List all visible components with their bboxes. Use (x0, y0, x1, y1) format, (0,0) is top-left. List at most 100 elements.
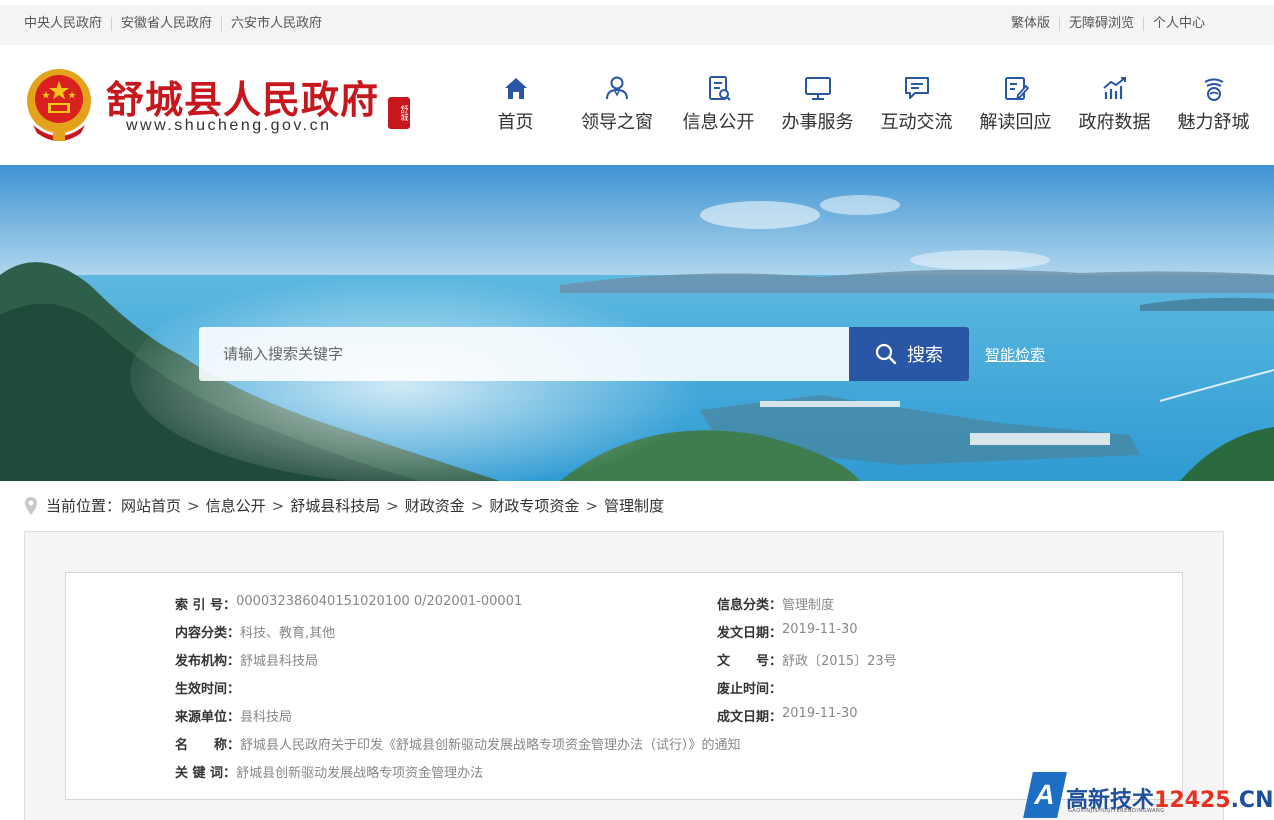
nav-leaders[interactable]: 领导之窗 (565, 73, 669, 134)
info-value: 县科技局 (240, 710, 293, 725)
monitor-icon (804, 77, 831, 100)
nav-label: 首页 (497, 112, 534, 133)
watermark-title-b: 12425 (1154, 788, 1231, 813)
info-label: 发文日期： (717, 626, 783, 641)
nav-label: 解读回应 (979, 112, 1052, 133)
info-label: 名 称： (175, 738, 241, 753)
info-value: 管理制度 (782, 598, 835, 613)
site-title[interactable]: 舒城县人民政府 (106, 69, 379, 124)
nav-info-disclosure[interactable]: 信息公开 (669, 73, 768, 134)
chart-icon (1102, 77, 1126, 99)
info-keywords: 关 键 词： 舒城县创新驱动发展战略专项资金管理办法 (175, 762, 483, 781)
seal-stamp: 舒城 (388, 97, 410, 129)
nav-home[interactable]: 首页 (466, 73, 565, 134)
nav-interpretation[interactable]: 解读回应 (966, 73, 1065, 134)
top-right-links: 繁体版 无障碍浏览 个人中心 (1011, 17, 1214, 31)
nav-label: 魅力舒城 (1177, 112, 1250, 133)
lake-landscape-image (0, 165, 1274, 481)
info-written-date: 成文日期： 2019-11-30 (717, 706, 858, 725)
home-icon (504, 78, 527, 99)
info-value: 000032386040151020100 0/202001-00001 (236, 594, 523, 609)
info-label: 发布机构： (175, 654, 241, 669)
info-value: 舒城县创新驱动发展战略专项资金管理办法 (236, 766, 484, 781)
smart-search-link[interactable]: 智能检索 (985, 344, 1045, 365)
site-header: 舒城县人民政府 www.shucheng.gov.cn 舒城 首页 领导之窗 信… (0, 45, 1274, 165)
breadcrumb-item[interactable]: 财政专项资金 (489, 495, 579, 516)
document-icon (708, 76, 731, 101)
watermark-logo: A (1023, 772, 1067, 818)
person-icon (606, 76, 628, 100)
info-label: 文 号： (717, 654, 783, 669)
info-label: 成文日期： (717, 710, 783, 725)
info-content-class: 内容分类： 科技、教育,其他 (175, 622, 335, 641)
search-button-label: 搜索 (907, 345, 943, 366)
search-button[interactable]: 搜索 (849, 327, 969, 381)
info-label: 废止时间： (717, 682, 783, 697)
site-watermark: A 高新技术12425.CN GAOXINJISHUQIYERENDINGWAN… (1023, 770, 1274, 820)
breadcrumb-item[interactable]: 舒城县科技局 (290, 495, 380, 516)
info-label: 关 键 词： (175, 766, 237, 781)
link-accessibility[interactable]: 无障碍浏览 (1058, 17, 1143, 31)
hero-banner (0, 165, 1274, 481)
nav-interaction[interactable]: 互动交流 (867, 73, 966, 134)
search-icon (875, 343, 897, 365)
info-index-no: 索 引 号： 000032386040151020100 0/202001-00… (175, 594, 522, 613)
info-value: 舒城县科技局 (240, 654, 319, 669)
link-luan-gov[interactable]: 六安市人民政府 (221, 17, 331, 31)
search-input[interactable] (199, 327, 849, 381)
breadcrumb: 当前位置： 网站首页 > 信息公开 > 舒城县科技局 > 财政资金 > 财政专项… (24, 495, 664, 516)
info-title: 名 称： 舒城县人民政府关于印发《舒城县创新驱动发展战略专项资金管理办法（试行）… (175, 734, 741, 753)
search-box (199, 327, 849, 381)
watermark-title-c: .CN (1230, 788, 1274, 813)
info-label: 索 引 号： (175, 598, 237, 613)
main-nav: 首页 领导之窗 信息公开 办事服务 互动交流 解读回应 政府数据 魅力舒城 (466, 73, 1263, 134)
nav-label: 互动交流 (880, 112, 953, 133)
info-category: 信息分类： 管理制度 (717, 594, 834, 613)
info-expired-time: 废止时间： (717, 678, 782, 697)
breadcrumb-separator: > (386, 496, 399, 515)
breadcrumb-item[interactable]: 管理制度 (604, 495, 664, 516)
breadcrumb-item[interactable]: 信息公开 (206, 495, 266, 516)
info-value: 科技、教育,其他 (240, 626, 336, 641)
nav-label: 政府数据 (1078, 112, 1151, 133)
info-value: 2019-11-30 (782, 706, 858, 721)
nav-gov-data[interactable]: 政府数据 (1065, 73, 1164, 134)
info-label: 内容分类： (175, 626, 241, 641)
chat-icon (904, 77, 929, 99)
info-label: 来源单位： (175, 710, 241, 725)
location-pin-icon (25, 496, 37, 515)
top-left-links: 中央人民政府 安徽省人民政府 六安市人民政府 (24, 17, 331, 31)
breadcrumb-separator: > (585, 496, 598, 515)
nav-charm[interactable]: 魅力舒城 (1164, 73, 1263, 134)
link-personal-center[interactable]: 个人中心 (1142, 17, 1214, 31)
watermark-subtitle: GAOXINJISHUQIYERENDINGWANG (1068, 808, 1165, 814)
info-label: 信息分类： (717, 598, 783, 613)
top-bar: 中央人民政府 安徽省人民政府 六安市人民政府 繁体版 无障碍浏览 个人中心 (0, 5, 1274, 45)
info-effective-time: 生效时间： (175, 678, 240, 697)
nav-services[interactable]: 办事服务 (768, 73, 867, 134)
nav-label: 办事服务 (781, 112, 854, 133)
nav-label: 信息公开 (682, 112, 755, 133)
edit-icon (1004, 77, 1029, 100)
breadcrumb-separator: > (470, 496, 484, 515)
info-issue-date: 发文日期： 2019-11-30 (717, 622, 858, 641)
breadcrumb-prefix: 当前位置： (46, 497, 122, 515)
info-source-unit: 来源单位： 县科技局 (175, 706, 292, 725)
breadcrumb-item[interactable]: 网站首页 (121, 495, 181, 516)
link-central-gov[interactable]: 中央人民政府 (24, 17, 111, 31)
link-traditional-chinese[interactable]: 繁体版 (1011, 17, 1059, 31)
national-emblem-icon[interactable] (23, 67, 95, 143)
info-value: 2019-11-30 (782, 622, 858, 637)
nav-label: 领导之窗 (581, 112, 653, 133)
site-url: www.shucheng.gov.cn (126, 117, 332, 134)
info-value: 舒城县人民政府关于印发《舒城县创新驱动发展战略专项资金管理办法（试行）》的通知 (240, 738, 741, 753)
breadcrumb-item[interactable]: 财政资金 (405, 495, 465, 516)
info-publisher: 发布机构： 舒城县科技局 (175, 650, 318, 669)
breadcrumb-separator: > (271, 496, 285, 515)
info-value: 舒政〔2015〕23号 (782, 654, 897, 669)
landscape-icon (1204, 78, 1223, 101)
info-label: 生效时间： (175, 682, 241, 697)
breadcrumb-separator: > (187, 496, 200, 515)
info-doc-no: 文 号： 舒政〔2015〕23号 (717, 650, 897, 669)
link-anhui-gov[interactable]: 安徽省人民政府 (111, 17, 221, 31)
